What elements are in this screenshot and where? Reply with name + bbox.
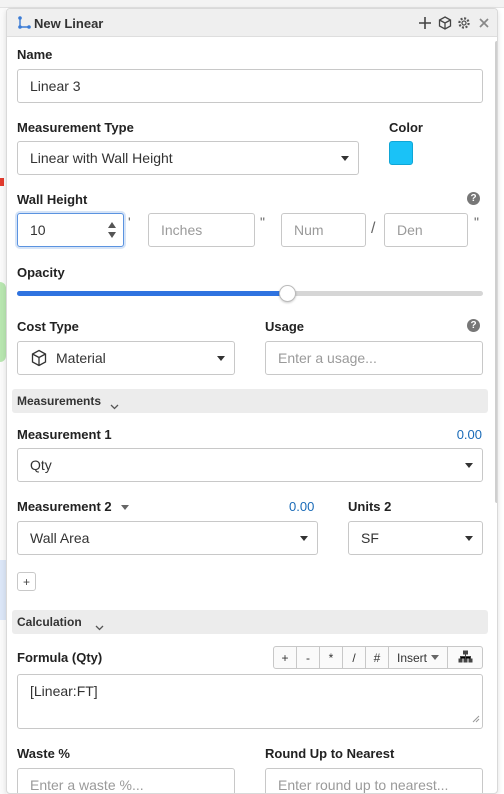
formula-tree-button[interactable] <box>447 646 483 669</box>
units2-select[interactable]: SF <box>348 521 483 555</box>
linear-measure-icon <box>17 16 31 30</box>
chevron-down-icon <box>465 463 473 468</box>
wall-height-den-input[interactable]: Den <box>384 213 468 247</box>
measurement2-amount: 0.00 <box>289 499 315 514</box>
units2-label: Units 2 <box>348 499 392 514</box>
formula-insert-label: Insert <box>396 650 427 665</box>
measurement2-value: Wall Area <box>30 530 90 546</box>
usage-placeholder: Enter a usage... <box>278 350 377 366</box>
help-icon[interactable]: ? <box>467 319 480 332</box>
measurement2-menu-caret-icon[interactable] <box>121 505 129 510</box>
formula-value: [Linear:FT] <box>30 683 98 699</box>
background-marker-red <box>0 178 4 186</box>
chevron-down-icon <box>300 536 308 541</box>
opacity-slider-fill <box>17 291 288 296</box>
usage-label: Usage <box>265 319 305 334</box>
chevron-down-icon <box>431 655 439 660</box>
formula-divide-button[interactable]: / <box>342 646 366 669</box>
formula-multiply-button[interactable]: * <box>319 646 343 669</box>
den-placeholder: Den <box>397 222 423 238</box>
measurement1-label: Measurement 1 <box>17 427 112 442</box>
formula-textarea[interactable]: [Linear:FT] <box>17 674 483 729</box>
cost-type-label: Cost Type <box>17 319 79 334</box>
measurement1-select[interactable]: Qty <box>17 448 483 482</box>
wall-height-feet-input[interactable]: 10 <box>17 213 124 247</box>
chevron-down-icon <box>341 156 349 161</box>
chevron-down-icon <box>95 618 104 636</box>
formula-number-button[interactable]: # <box>365 646 389 669</box>
num-placeholder: Num <box>294 222 324 238</box>
panel-title: New Linear <box>34 16 104 31</box>
add-icon[interactable] <box>416 14 434 32</box>
opacity-slider-thumb[interactable] <box>279 285 297 302</box>
chevron-down-icon <box>465 536 473 541</box>
inches-mark: " <box>260 214 265 230</box>
den-mark: " <box>474 214 479 230</box>
name-input[interactable]: Linear 3 <box>17 69 483 103</box>
fraction-slash: / <box>371 220 376 237</box>
measurements-section-header[interactable]: Measurements <box>12 389 488 413</box>
cube-icon[interactable] <box>436 14 454 32</box>
measurement-type-select[interactable]: Linear with Wall Height <box>17 141 359 175</box>
measurement2-select[interactable]: Wall Area <box>17 521 318 555</box>
units2-value: SF <box>361 530 379 546</box>
background-canvas-top <box>0 0 504 8</box>
measurement2-label: Measurement 2 <box>17 499 112 514</box>
inches-placeholder: Inches <box>161 222 203 238</box>
gear-icon[interactable] <box>455 14 473 32</box>
name-label: Name <box>17 47 53 62</box>
close-icon[interactable] <box>475 14 493 32</box>
material-cube-icon <box>30 349 48 367</box>
usage-input[interactable]: Enter a usage... <box>265 341 483 375</box>
opacity-label: Opacity <box>17 265 65 280</box>
cost-type-value: Material <box>56 350 106 366</box>
opacity-slider[interactable] <box>17 285 483 302</box>
color-label: Color <box>389 120 423 135</box>
new-linear-panel: New Linear Name Linear 3 Measurement Typ… <box>6 8 498 794</box>
measurement-type-value: Linear with Wall Height <box>30 150 173 166</box>
wall-height-inches-input[interactable]: Inches <box>148 213 255 247</box>
formula-label: Formula (Qty) <box>17 650 103 665</box>
measurement1-amount: 0.00 <box>456 427 482 442</box>
wall-height-feet-value: 10 <box>30 222 46 238</box>
formula-minus-button[interactable]: - <box>296 646 320 669</box>
measurement-type-label: Measurement Type <box>17 120 134 135</box>
cost-type-select[interactable]: Material <box>17 341 235 375</box>
chevron-down-icon <box>110 397 119 415</box>
waste-placeholder: Enter a waste %... <box>30 777 144 793</box>
spinner-icon[interactable] <box>107 220 117 243</box>
round-up-input[interactable]: Enter round up to nearest... <box>265 768 483 793</box>
panel-scrollbar[interactable] <box>495 41 497 503</box>
hierarchy-icon <box>458 650 473 666</box>
wall-height-label: Wall Height <box>17 192 88 207</box>
feet-mark: ' <box>128 214 131 230</box>
panel-titlebar[interactable]: New Linear <box>7 9 497 37</box>
name-input-value: Linear 3 <box>30 78 81 94</box>
wall-height-num-input[interactable]: Num <box>281 213 366 247</box>
color-swatch[interactable] <box>389 141 413 165</box>
round-up-placeholder: Enter round up to nearest... <box>278 777 449 793</box>
measurement1-value: Qty <box>30 457 52 473</box>
waste-input[interactable]: Enter a waste %... <box>17 768 235 793</box>
formula-insert-button[interactable]: Insert <box>388 646 448 669</box>
chevron-down-icon <box>217 356 225 361</box>
waste-label: Waste % <box>17 746 70 761</box>
calculation-section-title: Calculation <box>17 615 82 629</box>
formula-plus-button[interactable]: + <box>273 646 297 669</box>
round-up-label: Round Up to Nearest <box>265 746 395 761</box>
help-icon[interactable]: ? <box>467 192 480 205</box>
calculation-section-header[interactable]: Calculation <box>12 610 488 634</box>
measurements-section-title: Measurements <box>17 394 102 408</box>
add-measurement-button[interactable]: + <box>17 572 36 591</box>
resize-handle-icon[interactable] <box>472 710 480 726</box>
